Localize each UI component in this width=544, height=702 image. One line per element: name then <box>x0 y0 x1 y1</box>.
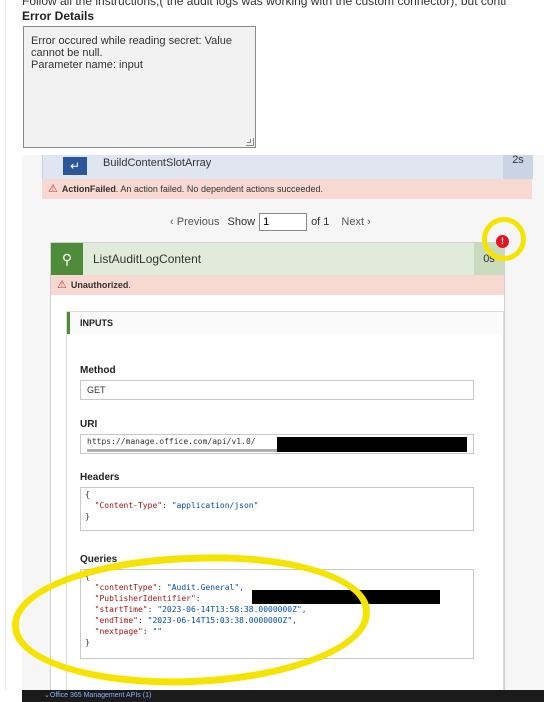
error-message: Error occured while reading secret: Valu… <box>31 35 232 71</box>
error-details-textarea[interactable]: Error occured while reading secret: Valu… <box>23 26 256 148</box>
question-text: Follow all the instructions,( the audit … <box>22 0 507 8</box>
next-label: Next <box>341 216 365 228</box>
json-key: "Content-Type" <box>94 501 163 510</box>
bottom-bar: ⌄Office 365 Management APIs (1) <box>22 690 544 702</box>
iteration-pager: ‹ Previous Show of 1 Next › <box>170 213 371 231</box>
page-count: of 1 <box>311 216 330 228</box>
warning-icon: ⚠ <box>48 183 58 195</box>
method-field[interactable]: GET <box>80 380 474 400</box>
method-label: Method <box>80 365 116 376</box>
next-button[interactable]: Next › <box>341 216 370 228</box>
action-failed-banner: ⚠ ActionFailed. An action failed. No depe… <box>42 179 532 199</box>
action-failed-text: . An action failed. No dependent actions… <box>115 184 324 194</box>
error-details-title: Error Details <box>22 9 95 23</box>
previous-action-name: BuildContentSlotArray <box>103 157 212 169</box>
json-value: "application/json" <box>171 501 259 510</box>
action-failed-label: ActionFailed <box>61 184 116 194</box>
headers-json[interactable]: { "Content-Type": "application/json" } <box>80 487 474 531</box>
uri-label: URI <box>80 419 98 430</box>
warning-icon: ⚠ <box>57 279 67 291</box>
unauthorized-label: Unauthorized <box>70 280 129 290</box>
globe-icon: ⚲ <box>51 243 83 275</box>
headers-label: Headers <box>80 472 120 483</box>
error-icon[interactable]: ! <box>496 235 509 248</box>
unauthorized-banner: ⚠ Unauthorized. <box>51 275 504 295</box>
previous-button[interactable]: ‹ Previous <box>170 216 220 228</box>
bottom-bar-label: Office 365 Management APIs (1) <box>49 692 152 699</box>
inputs-header: INPUTS <box>67 312 501 334</box>
page-number-input[interactable] <box>259 213 308 231</box>
chevron-left-icon: ‹ <box>170 216 174 228</box>
up-arrow-icon: ↵ <box>63 157 87 175</box>
previous-action-card[interactable]: ↵ BuildContentSlotArray 2s <box>42 155 533 179</box>
chevron-right-icon: › <box>367 216 371 228</box>
action-card-title: ListAuditLogContent <box>93 252 202 266</box>
left-border <box>5 0 6 690</box>
show-label: Show <box>227 216 256 228</box>
unauthorized-suffix: . <box>128 280 131 290</box>
action-card-header[interactable]: ⚲ ListAuditLogContent 0s <box>51 243 504 275</box>
uri-value: https://manage.office.com/api/v1.0/ <box>87 437 256 446</box>
redaction-uri <box>277 437 467 452</box>
bottom-bar-item[interactable]: ⌄Office 365 Management APIs (1) <box>44 690 151 702</box>
resize-handle-icon[interactable] <box>246 138 254 146</box>
previous-label: Previous <box>176 216 220 228</box>
previous-action-duration: 2s <box>503 155 533 179</box>
